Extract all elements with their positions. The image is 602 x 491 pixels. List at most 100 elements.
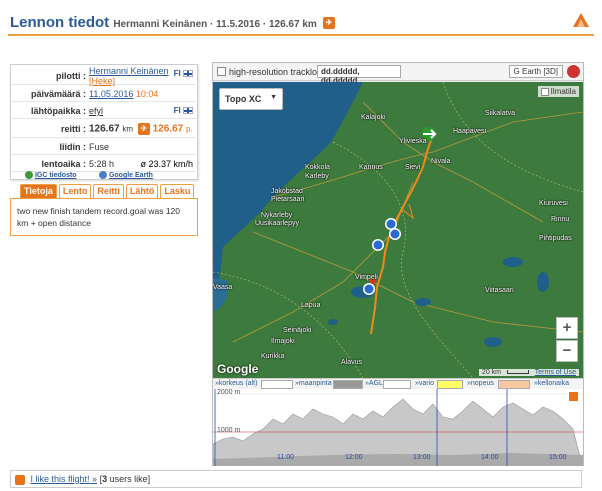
gearth-download[interactable]: Google Earth xyxy=(99,171,153,179)
town-label: Kalajoki xyxy=(361,114,386,121)
town-label: Nykarleby xyxy=(261,212,293,219)
pilot-country: FI xyxy=(174,69,193,78)
town-label: Haapavesi xyxy=(453,128,487,135)
launch-country-code: FI xyxy=(173,106,181,115)
page-header: Lennon tiedot Hermanni Keinänen · 11.5.2… xyxy=(8,6,594,36)
tab-lahto[interactable]: Lähtö xyxy=(125,184,159,198)
time-label-1300: 13:00 xyxy=(413,454,431,461)
page-title: Lennon tiedot Hermanni Keinänen · 11.5.2… xyxy=(10,14,335,31)
zoom-out-button[interactable]: − xyxy=(556,340,578,362)
airspace-toggle[interactable]: Ilmatila xyxy=(537,86,579,97)
finland-flag-icon xyxy=(183,70,193,78)
zoom-in-button[interactable]: + xyxy=(556,317,578,339)
town-label: Siikalatva xyxy=(485,110,515,117)
igc-file-icon xyxy=(25,171,33,179)
flight-info-card: pilotti : Hermanni Keinänen [Heke] FI pä… xyxy=(10,64,199,181)
time-label-1400: 14:00 xyxy=(481,454,499,461)
pilot-name-link[interactable]: Hermanni Keinänen xyxy=(89,66,169,76)
route-km: 126.67 xyxy=(89,123,120,135)
coordinate-input[interactable]: dd.ddddd, dd.ddddd xyxy=(317,65,401,85)
date-label: päivämäärä : xyxy=(30,89,86,99)
pilot-value: Hermanni Keinänen [Heke] xyxy=(89,66,169,86)
launch-link[interactable]: efyl xyxy=(89,106,103,116)
map-layer-label: Topo XC xyxy=(225,94,262,104)
date-link[interactable]: 11.05.2016 xyxy=(89,89,133,99)
map-toolbar: high-resolution tracklog dd.ddddd, dd.dd… xyxy=(213,63,583,85)
gearth-3d-button[interactable]: G Earth [3D] xyxy=(508,65,563,78)
launch-country: FI xyxy=(174,106,193,115)
route-points-unit: p. xyxy=(185,124,193,134)
map-terrain xyxy=(213,82,583,378)
hires-label: high-resolution tracklog xyxy=(229,67,323,77)
chevron-down-icon: ▼ xyxy=(270,94,277,101)
airtime-value: 5:28 h xyxy=(89,159,115,169)
row-date: päivämäärä : 11.05.2016 10:04 xyxy=(11,85,199,102)
param-vario[interactable]: »vario xyxy=(415,380,434,387)
page-title-text: Lennon tiedot xyxy=(10,14,110,31)
xc-route-icon: ✈ xyxy=(137,123,150,135)
like-icon xyxy=(15,474,25,485)
town-label: Ilmajoki xyxy=(271,338,295,345)
google-logo: Google xyxy=(217,362,259,376)
pilot-label: pilotti : xyxy=(56,71,86,81)
map-panel: high-resolution tracklog dd.ddddd, dd.dd… xyxy=(212,62,584,466)
row-airtime: lentoaika : 5:28 h ø 23.37 km/h xyxy=(11,155,199,172)
town-label: Kannus xyxy=(359,164,383,171)
tab-reitti[interactable]: Reitti xyxy=(93,184,124,198)
town-label: Vimpeli xyxy=(355,274,378,281)
altitude-swatch xyxy=(261,380,293,389)
town-label: Pihtipudas xyxy=(539,235,572,242)
param-speed[interactable]: »nopeus xyxy=(467,380,494,387)
gearth-link[interactable]: Google Earth xyxy=(109,172,153,179)
town-label: Kurikka xyxy=(261,353,285,360)
row-pilot: pilotti : Hermanni Keinänen [Heke] FI xyxy=(11,65,199,86)
route-km-unit: km xyxy=(122,124,134,134)
flight-description: two new finish tandem record.goal was 12… xyxy=(10,198,198,236)
town-label: Alavus xyxy=(341,359,363,366)
tab-lasku[interactable]: Lasku xyxy=(160,184,195,198)
launch-label: lähtöpaikka : xyxy=(30,106,86,116)
param-altitude[interactable]: »korkeus (alt) xyxy=(215,380,257,387)
tab-lento[interactable]: Lento xyxy=(58,184,92,198)
graph-export-icon xyxy=(569,392,578,401)
glider-value: Fuse xyxy=(89,142,110,152)
town-label: Lapua xyxy=(301,302,321,309)
row-downloads: IGC tiedosto Google Earth xyxy=(11,171,199,181)
param-ground[interactable]: »maanpinta xyxy=(295,380,332,387)
town-label: Kiuruvesi xyxy=(539,200,568,207)
param-agl[interactable]: »AGL xyxy=(365,380,383,387)
flight-time: 10:04 xyxy=(135,89,159,99)
ground-swatch xyxy=(333,380,363,389)
route-value: 126.67 km ✈ 126.67 p. xyxy=(89,123,193,135)
town-label: Rinnu xyxy=(551,216,570,223)
town-label: Nivala xyxy=(431,158,451,165)
town-label: Vaasa xyxy=(213,284,233,291)
finland-flag-icon xyxy=(183,107,193,115)
map-canvas[interactable]: Kalajoki Siikalatva Ylivieska Haapavesi Kann… xyxy=(213,82,583,378)
terms-link[interactable]: Terms of Use xyxy=(535,369,576,376)
elev-label-1000: 1000 m xyxy=(217,427,241,434)
speed-swatch xyxy=(498,380,530,389)
google-earth-icon xyxy=(99,171,107,179)
tab-tietoja[interactable]: Tietoja xyxy=(20,184,57,198)
row-glider: liidin : Fuse xyxy=(11,138,199,155)
like-link[interactable]: I like this flight! » xyxy=(31,474,98,484)
igc-download[interactable]: IGC tiedosto xyxy=(25,171,77,179)
date-value: 11.05.2016 10:04 xyxy=(89,89,158,99)
elev-label-2000: 2000 m xyxy=(217,389,241,396)
map-layer-select[interactable]: Topo XC ▼ xyxy=(219,88,283,110)
hires-checkbox[interactable] xyxy=(217,67,226,76)
like-count-suffix: users like] xyxy=(107,474,151,484)
flight-details-page: Lennon tiedot Hermanni Keinänen · 11.5.2… xyxy=(0,0,602,491)
igc-link[interactable]: IGC tiedosto xyxy=(35,172,77,179)
elevation-graph[interactable]: 2000 m 1000 m 11:00 12:00 13:00 14:00 15… xyxy=(213,389,583,466)
town-label: Jakobstad xyxy=(271,188,303,195)
param-clock[interactable]: »kellonaika xyxy=(534,380,569,387)
airspace-checkbox[interactable] xyxy=(540,87,549,96)
route-label: reitti : xyxy=(60,124,86,134)
map-scale: 20 km Terms of Use xyxy=(478,369,579,376)
agl-swatch xyxy=(383,380,411,389)
graph-params-bar: »korkeus (alt) »maanpinta »AGL »vario »n… xyxy=(213,378,583,389)
magnifier-icon[interactable] xyxy=(567,65,580,78)
vario-swatch xyxy=(437,380,463,389)
